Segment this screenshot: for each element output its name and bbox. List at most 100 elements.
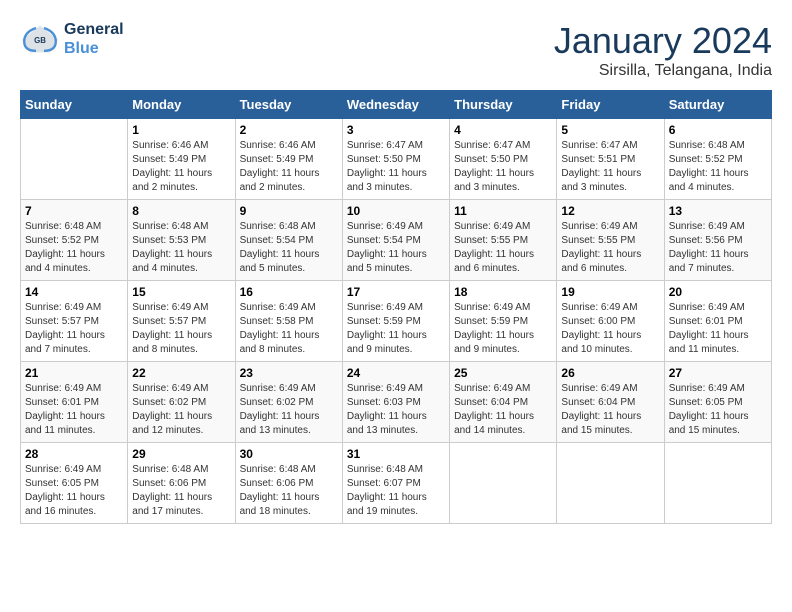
calendar-cell: 19 Sunrise: 6:49 AMSunset: 6:00 PMDayligh… bbox=[557, 281, 664, 362]
day-number: 5 bbox=[561, 123, 659, 137]
day-info: Sunrise: 6:49 AMSunset: 6:05 PMDaylight:… bbox=[669, 382, 767, 438]
day-number: 7 bbox=[25, 204, 123, 218]
calendar-cell: 10 Sunrise: 6:49 AMSunset: 5:54 PMDayligh… bbox=[342, 200, 449, 281]
calendar-cell: 31Sunrise: 6:48 AMSunset: 6:07 PMDayligh… bbox=[342, 443, 449, 524]
calendar-cell: 27 Sunrise: 6:49 AMSunset: 6:05 PMDayligh… bbox=[664, 362, 771, 443]
calendar-cell: 9 Sunrise: 6:48 AMSunset: 5:54 PMDaylight… bbox=[235, 200, 342, 281]
day-info: Sunrise: 6:49 AMSunset: 6:03 PMDaylight:… bbox=[347, 382, 445, 438]
logo: GB General Blue bbox=[20, 20, 124, 58]
day-number: 9 bbox=[240, 204, 338, 218]
header-wednesday: Wednesday bbox=[342, 91, 449, 119]
day-info: Sunrise: 6:49 AMSunset: 5:57 PMDaylight:… bbox=[132, 301, 230, 357]
header-thursday: Thursday bbox=[450, 91, 557, 119]
day-number: 13 bbox=[669, 204, 767, 218]
header-sunday: Sunday bbox=[21, 91, 128, 119]
day-info: Sunrise: 6:49 AMSunset: 5:57 PMDaylight:… bbox=[25, 301, 123, 357]
calendar-cell: 23Sunrise: 6:49 AMSunset: 6:02 PMDayligh… bbox=[235, 362, 342, 443]
day-info: Sunrise: 6:49 AMSunset: 6:05 PMDaylight:… bbox=[25, 463, 123, 519]
day-info: Sunrise: 6:46 AMSunset: 5:49 PMDaylight:… bbox=[132, 139, 230, 195]
day-number: 8 bbox=[132, 204, 230, 218]
calendar-cell: 29 Sunrise: 6:48 AMSunset: 6:06 PMDayligh… bbox=[128, 443, 235, 524]
logo-icon: GB bbox=[20, 24, 60, 54]
calendar-cell: 24Sunrise: 6:49 AMSunset: 6:03 PMDayligh… bbox=[342, 362, 449, 443]
calendar-cell bbox=[450, 443, 557, 524]
svg-text:GB: GB bbox=[34, 36, 46, 45]
day-info: Sunrise: 6:47 AMSunset: 5:51 PMDaylight:… bbox=[561, 139, 659, 195]
day-number: 27 bbox=[669, 366, 767, 380]
day-info: Sunrise: 6:48 AMSunset: 6:07 PMDaylight:… bbox=[347, 463, 445, 519]
logo-text: General Blue bbox=[64, 20, 124, 58]
day-info: Sunrise: 6:47 AMSunset: 5:50 PMDaylight:… bbox=[454, 139, 552, 195]
calendar-cell: 3 Sunrise: 6:47 AMSunset: 5:50 PMDaylight… bbox=[342, 119, 449, 200]
day-number: 1 bbox=[132, 123, 230, 137]
day-info: Sunrise: 6:49 AMSunset: 5:58 PMDaylight:… bbox=[240, 301, 338, 357]
day-info: Sunrise: 6:46 AMSunset: 5:49 PMDaylight:… bbox=[240, 139, 338, 195]
day-number: 26 bbox=[561, 366, 659, 380]
day-number: 14 bbox=[25, 285, 123, 299]
calendar-cell: 28 Sunrise: 6:49 AMSunset: 6:05 PMDayligh… bbox=[21, 443, 128, 524]
day-number: 4 bbox=[454, 123, 552, 137]
header-tuesday: Tuesday bbox=[235, 91, 342, 119]
calendar-cell: 4 Sunrise: 6:47 AMSunset: 5:50 PMDaylight… bbox=[450, 119, 557, 200]
page-header: GB General Blue January 2024 Sirsilla, T… bbox=[20, 20, 772, 80]
calendar-week-3: 14 Sunrise: 6:49 AMSunset: 5:57 PMDayligh… bbox=[21, 281, 772, 362]
day-info: Sunrise: 6:49 AMSunset: 6:01 PMDaylight:… bbox=[25, 382, 123, 438]
day-info: Sunrise: 6:49 AMSunset: 5:59 PMDaylight:… bbox=[454, 301, 552, 357]
calendar-cell: 17 Sunrise: 6:49 AMSunset: 5:59 PMDayligh… bbox=[342, 281, 449, 362]
calendar-week-1: 1 Sunrise: 6:46 AMSunset: 5:49 PMDaylight… bbox=[21, 119, 772, 200]
calendar-cell: 25Sunrise: 6:49 AMSunset: 6:04 PMDayligh… bbox=[450, 362, 557, 443]
day-info: Sunrise: 6:47 AMSunset: 5:50 PMDaylight:… bbox=[347, 139, 445, 195]
day-number: 6 bbox=[669, 123, 767, 137]
day-number: 29 bbox=[132, 447, 230, 461]
day-info: Sunrise: 6:49 AMSunset: 5:55 PMDaylight:… bbox=[454, 220, 552, 276]
title-block: January 2024 Sirsilla, Telangana, India bbox=[554, 20, 772, 80]
day-info: Sunrise: 6:49 AMSunset: 5:54 PMDaylight:… bbox=[347, 220, 445, 276]
calendar-cell: 6 Sunrise: 6:48 AMSunset: 5:52 PMDaylight… bbox=[664, 119, 771, 200]
calendar-week-4: 21 Sunrise: 6:49 AMSunset: 6:01 PMDayligh… bbox=[21, 362, 772, 443]
day-number: 11 bbox=[454, 204, 552, 218]
calendar-cell: 8 Sunrise: 6:48 AMSunset: 5:53 PMDaylight… bbox=[128, 200, 235, 281]
day-number: 28 bbox=[25, 447, 123, 461]
day-info: Sunrise: 6:48 AMSunset: 6:06 PMDaylight:… bbox=[132, 463, 230, 519]
calendar-cell bbox=[557, 443, 664, 524]
day-number: 30 bbox=[240, 447, 338, 461]
day-info: Sunrise: 6:49 AMSunset: 6:04 PMDaylight:… bbox=[454, 382, 552, 438]
calendar-cell: 18 Sunrise: 6:49 AMSunset: 5:59 PMDayligh… bbox=[450, 281, 557, 362]
day-number: 20 bbox=[669, 285, 767, 299]
day-info: Sunrise: 6:48 AMSunset: 5:54 PMDaylight:… bbox=[240, 220, 338, 276]
calendar-week-5: 28 Sunrise: 6:49 AMSunset: 6:05 PMDayligh… bbox=[21, 443, 772, 524]
calendar-cell: 12Sunrise: 6:49 AMSunset: 5:55 PMDayligh… bbox=[557, 200, 664, 281]
header-friday: Friday bbox=[557, 91, 664, 119]
day-info: Sunrise: 6:48 AMSunset: 5:52 PMDaylight:… bbox=[669, 139, 767, 195]
day-number: 21 bbox=[25, 366, 123, 380]
calendar-cell bbox=[21, 119, 128, 200]
day-number: 18 bbox=[454, 285, 552, 299]
calendar-week-2: 7Sunrise: 6:48 AMSunset: 5:52 PMDaylight… bbox=[21, 200, 772, 281]
calendar-cell: 16 Sunrise: 6:49 AMSunset: 5:58 PMDayligh… bbox=[235, 281, 342, 362]
calendar-cell: 15 Sunrise: 6:49 AMSunset: 5:57 PMDayligh… bbox=[128, 281, 235, 362]
day-number: 15 bbox=[132, 285, 230, 299]
day-info: Sunrise: 6:49 AMSunset: 5:59 PMDaylight:… bbox=[347, 301, 445, 357]
month-title: January 2024 bbox=[554, 20, 772, 62]
day-number: 19 bbox=[561, 285, 659, 299]
day-info: Sunrise: 6:49 AMSunset: 6:00 PMDaylight:… bbox=[561, 301, 659, 357]
day-number: 17 bbox=[347, 285, 445, 299]
day-info: Sunrise: 6:48 AMSunset: 6:06 PMDaylight:… bbox=[240, 463, 338, 519]
day-info: Sunrise: 6:49 AMSunset: 6:02 PMDaylight:… bbox=[240, 382, 338, 438]
calendar-cell: 14 Sunrise: 6:49 AMSunset: 5:57 PMDayligh… bbox=[21, 281, 128, 362]
day-info: Sunrise: 6:48 AMSunset: 5:53 PMDaylight:… bbox=[132, 220, 230, 276]
calendar-table: Sunday Monday Tuesday Wednesday Thursday… bbox=[20, 90, 772, 524]
header-monday: Monday bbox=[128, 91, 235, 119]
calendar-cell: 21 Sunrise: 6:49 AMSunset: 6:01 PMDayligh… bbox=[21, 362, 128, 443]
day-number: 22 bbox=[132, 366, 230, 380]
day-number: 10 bbox=[347, 204, 445, 218]
calendar-cell: 7Sunrise: 6:48 AMSunset: 5:52 PMDaylight… bbox=[21, 200, 128, 281]
day-number: 3 bbox=[347, 123, 445, 137]
calendar-cell bbox=[664, 443, 771, 524]
calendar-cell: 5 Sunrise: 6:47 AMSunset: 5:51 PMDaylight… bbox=[557, 119, 664, 200]
calendar-cell: 2Sunrise: 6:46 AMSunset: 5:49 PMDaylight… bbox=[235, 119, 342, 200]
day-info: Sunrise: 6:49 AMSunset: 6:01 PMDaylight:… bbox=[669, 301, 767, 357]
calendar-cell: 30 Sunrise: 6:48 AMSunset: 6:06 PMDayligh… bbox=[235, 443, 342, 524]
days-header-row: Sunday Monday Tuesday Wednesday Thursday… bbox=[21, 91, 772, 119]
day-number: 16 bbox=[240, 285, 338, 299]
